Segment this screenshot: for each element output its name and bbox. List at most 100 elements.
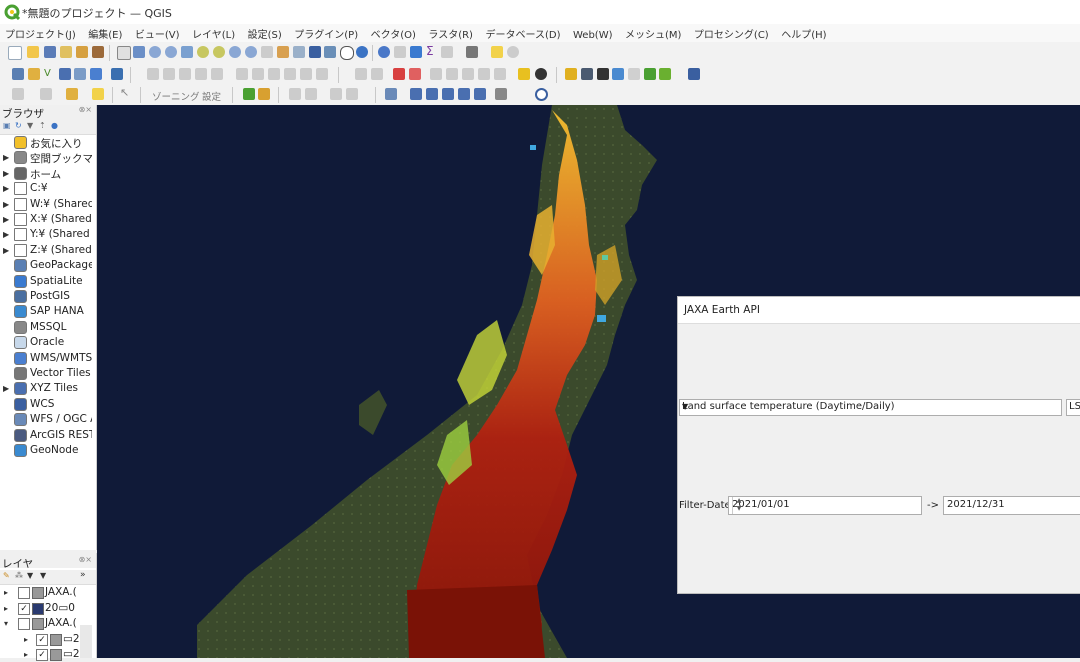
new-map-view-icon[interactable] <box>277 46 289 58</box>
plugin-b-icon[interactable] <box>581 68 593 80</box>
current-edits-icon[interactable] <box>147 68 159 80</box>
add-selected-icon[interactable]: ▣ <box>3 121 11 130</box>
browser-item[interactable]: ▶ XYZ Tiles <box>0 381 92 396</box>
data-source-manager-icon[interactable] <box>12 68 24 80</box>
label-highlight-icon[interactable] <box>393 68 405 80</box>
layer-expand-arrow-icon[interactable]: ▾ <box>4 619 8 628</box>
pan-icon[interactable] <box>117 46 131 60</box>
zoom-full-icon[interactable] <box>181 46 193 58</box>
add-xyz-icon[interactable] <box>111 68 123 80</box>
menu-web[interactable]: Web(W) <box>568 28 617 41</box>
label-toolbar-icon[interactable] <box>355 68 367 80</box>
field-calculator-icon[interactable] <box>92 88 104 100</box>
pan-to-selection-icon[interactable] <box>133 46 145 58</box>
plugin-green-icon[interactable] <box>243 88 255 100</box>
map-tips-icon[interactable] <box>466 46 478 58</box>
deselect-icon[interactable] <box>66 88 78 100</box>
layer-item[interactable]: ▾ JAXA.( <box>0 616 80 631</box>
identify-icon[interactable] <box>378 46 390 58</box>
add-group-icon[interactable]: ⁂ <box>15 571 23 580</box>
new-bookmark-icon[interactable] <box>309 46 321 58</box>
expand-arrow-icon[interactable]: ▶ <box>3 246 9 255</box>
plugin-check-icon[interactable] <box>258 88 270 100</box>
zoom-selection-icon[interactable] <box>197 46 209 58</box>
vertex-tool-icon[interactable] <box>211 68 223 80</box>
new-3d-view-icon[interactable] <box>293 46 305 58</box>
open-table-icon[interactable] <box>394 46 406 58</box>
save-edits-icon[interactable] <box>179 68 191 80</box>
advanced-tool-g-icon[interactable] <box>495 88 507 100</box>
collapse-all-icon[interactable]: ⇡ <box>39 121 46 130</box>
triangle-plugin-icon[interactable] <box>518 68 530 80</box>
dataset-dropdown-chevron-icon[interactable]: ▼ <box>682 402 1057 411</box>
layer-expand-arrow-icon[interactable]: ▸ <box>24 635 28 644</box>
decorations-icon[interactable] <box>507 46 519 58</box>
layer-expand-arrow-icon[interactable]: ▸ <box>4 588 8 597</box>
plugin-c-icon[interactable] <box>597 68 609 80</box>
layer-item[interactable]: ▸ ✓ 20▭0 <box>0 601 80 616</box>
add-feature-icon[interactable] <box>195 68 207 80</box>
expand-arrow-icon[interactable]: ▶ <box>3 384 9 393</box>
delete-selected-icon[interactable] <box>236 68 248 80</box>
date-from-spinner-icon[interactable]: ▲ ▼ <box>732 497 745 514</box>
advanced-tool-b-icon[interactable] <box>410 88 422 100</box>
browser-item[interactable]: ▶ W:¥ (Shared <box>0 197 92 212</box>
layer-visibility-checkbox[interactable]: ✓ <box>36 649 48 661</box>
browser-item[interactable]: SpatiaLite <box>0 274 92 289</box>
menu-layer[interactable]: レイヤ(L) <box>187 24 239 41</box>
copy-features-icon[interactable] <box>268 68 280 80</box>
digitize-tool-d-icon[interactable] <box>346 88 358 100</box>
filter-legend-icon[interactable]: ▼ <box>40 571 46 580</box>
more-icon[interactable]: » <box>80 570 86 580</box>
properties-icon[interactable]: ● <box>51 121 58 130</box>
browser-item[interactable]: MSSQL <box>0 320 92 335</box>
layer-item[interactable]: ▸ JAXA.( <box>0 585 80 600</box>
menu-project[interactable]: プロジェクト(J) <box>0 24 80 41</box>
label-diagram-icon[interactable] <box>478 68 490 80</box>
expand-arrow-icon[interactable]: ▶ <box>3 169 9 178</box>
layer-visibility-checkbox[interactable] <box>18 618 30 630</box>
plugin-circle-icon[interactable] <box>535 68 547 80</box>
expand-arrow-icon[interactable]: ▶ <box>3 184 9 193</box>
expand-arrow-icon[interactable]: ▶ <box>3 153 9 162</box>
zoom-out-icon[interactable] <box>165 46 177 58</box>
layer-expand-arrow-icon[interactable]: ▸ <box>4 604 8 613</box>
save-project-icon[interactable] <box>44 46 56 58</box>
zoom-layer-icon[interactable] <box>213 46 225 58</box>
statistics-sigma-icon[interactable]: Σ <box>426 44 434 58</box>
menu-settings[interactable]: 設定(S) <box>243 24 286 41</box>
browser-item[interactable]: SAP HANA <box>0 304 92 319</box>
plugin-d-icon[interactable] <box>612 68 624 80</box>
add-vector-icon[interactable]: V <box>44 68 51 79</box>
temporal-controller-icon[interactable] <box>340 46 354 60</box>
refresh-browser-icon[interactable]: ↻ <box>15 121 22 130</box>
band-select[interactable]: LS <box>1066 399 1080 416</box>
manage-visibility-icon[interactable]: ▼ <box>27 571 33 580</box>
zoning-label[interactable]: ゾーニング <box>152 89 200 103</box>
show-bookmarks-icon[interactable] <box>324 46 336 58</box>
browser-item[interactable]: Vector Tiles <box>0 366 92 381</box>
plugin-g-icon[interactable] <box>659 68 671 80</box>
digitize-tool-b-icon[interactable] <box>305 88 317 100</box>
add-wms-icon[interactable] <box>90 68 102 80</box>
new-geopackage-icon[interactable] <box>28 68 40 80</box>
browser-item[interactable]: ArcGIS REST <box>0 428 92 443</box>
browser-item[interactable]: ▶ X:¥ (Shared F <box>0 212 92 227</box>
browser-item[interactable]: GeoNode <box>0 443 92 458</box>
menu-vector[interactable]: ベクタ(O) <box>366 24 420 41</box>
new-project-icon[interactable] <box>8 46 22 60</box>
record-icon[interactable] <box>535 88 548 101</box>
zoom-last-icon[interactable] <box>245 46 257 58</box>
paste-features-icon[interactable] <box>284 68 296 80</box>
browser-item[interactable]: WMS/WMTS <box>0 351 92 366</box>
plugin-f-icon[interactable] <box>644 68 656 80</box>
browser-item[interactable]: ▶ 空間ブックマーク <box>0 150 92 165</box>
browser-item[interactable]: PostGIS <box>0 289 92 304</box>
advanced-tool-c-icon[interactable] <box>426 88 438 100</box>
new-print-layout-icon[interactable] <box>60 46 72 58</box>
menu-plugins[interactable]: プラグイン(P) <box>289 24 362 41</box>
layer-item[interactable]: ▸ ✓ ▭2( <box>0 632 80 647</box>
advanced-tool-f-icon[interactable] <box>474 88 486 100</box>
expand-arrow-icon[interactable]: ▶ <box>3 215 9 224</box>
browser-item[interactable]: WCS <box>0 397 92 412</box>
